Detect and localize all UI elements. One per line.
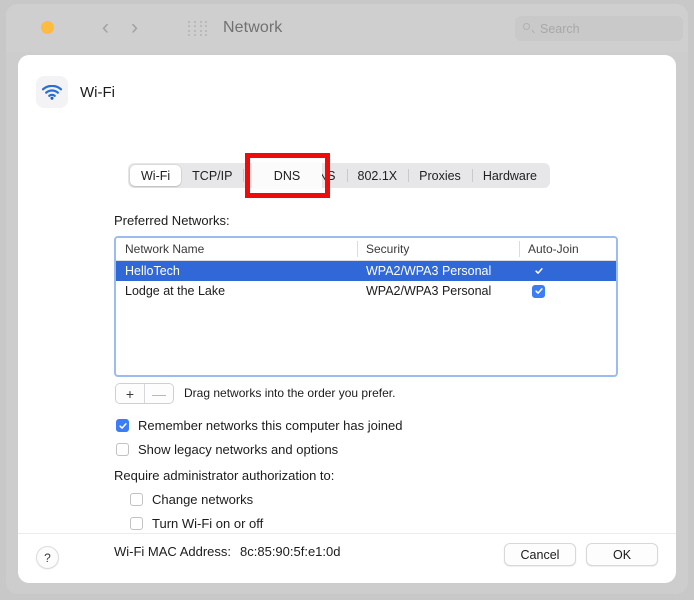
table-row[interactable]: HelloTech WPA2/WPA3 Personal [116,261,616,281]
help-button[interactable]: ? [36,546,59,569]
option-turn-wifi-on-off[interactable]: Turn Wi-Fi on or off [130,516,263,531]
tab-tcpip[interactable]: TCP/IP [181,165,243,186]
table-header-row: Network Name Security Auto-Join [116,238,616,261]
column-header-network-name[interactable]: Network Name [116,238,357,260]
cell-security: WPA2/WPA3 Personal [357,264,519,278]
zoom-button[interactable] [62,21,75,34]
wifi-icon [36,76,68,108]
tab-proxies[interactable]: Proxies [408,165,472,186]
require-admin-label: Require administrator authorization to: [114,468,334,483]
option-label: Remember networks this computer has join… [138,418,402,433]
search-placeholder: Search [540,22,580,36]
option-label: Turn Wi-Fi on or off [152,516,263,531]
network-preferences-window: ‹ › Network Search [6,4,688,594]
service-header: Wi-Fi [36,76,115,108]
remove-network-button: — [144,384,173,403]
close-button[interactable] [20,21,33,34]
option-remember-networks[interactable]: Remember networks this computer has join… [116,418,402,433]
tab-8021x[interactable]: 802.1X [347,165,409,186]
cell-network-name: Lodge at the Lake [116,284,357,298]
add-remove-network-buttons: + — [115,383,174,404]
auto-join-checkbox[interactable] [532,285,545,298]
search-field[interactable]: Search [515,16,683,41]
ok-button[interactable]: OK [586,543,658,566]
cell-network-name: HelloTech [116,264,357,278]
add-network-button[interactable]: + [116,384,144,403]
sheet-body: Wi-Fi Wi-Fi TCP/IP DNS WINS 802.1X Proxi… [18,55,676,533]
tab-hardware[interactable]: Hardware [472,165,548,186]
cancel-button[interactable]: Cancel [504,543,576,566]
settings-tab-bar: Wi-Fi TCP/IP DNS WINS 802.1X Proxies Har… [128,163,550,188]
window-titlebar: ‹ › Network Search [6,4,688,52]
navigation-arrows: ‹ › [102,15,138,41]
dns-tab-highlight-label[interactable]: DNS [252,162,322,189]
preferred-networks-label: Preferred Networks: [114,213,230,228]
minimize-button[interactable] [41,21,54,34]
change-networks-checkbox[interactable] [130,493,143,506]
remember-networks-checkbox[interactable] [116,419,129,432]
option-show-legacy-networks[interactable]: Show legacy networks and options [116,442,338,457]
wifi-settings-sheet: Wi-Fi Wi-Fi TCP/IP DNS WINS 802.1X Proxi… [18,55,676,583]
preferred-networks-table[interactable]: Network Name Security Auto-Join HelloTec… [114,236,618,377]
option-label: Change networks [152,492,253,507]
table-body: HelloTech WPA2/WPA3 Personal Lodge at th… [116,261,616,301]
cell-auto-join [519,285,616,298]
drag-hint-text: Drag networks into the order you prefer. [184,386,395,400]
option-change-networks[interactable]: Change networks [130,492,253,507]
show-legacy-checkbox[interactable] [116,443,129,456]
grid-icon[interactable] [188,21,210,37]
column-header-security[interactable]: Security [357,238,519,260]
forward-arrow-icon[interactable]: › [131,15,138,41]
cell-security: WPA2/WPA3 Personal [357,284,519,298]
service-name: Wi-Fi [80,84,115,101]
cell-auto-join [519,265,616,278]
table-row[interactable]: Lodge at the Lake WPA2/WPA3 Personal [116,281,616,301]
search-icon [523,23,535,35]
sheet-footer: ? Cancel OK [18,533,676,584]
auto-join-checkbox[interactable] [532,265,545,278]
traffic-light-group [20,21,75,34]
column-header-auto-join[interactable]: Auto-Join [519,238,616,260]
option-label: Show legacy networks and options [138,442,338,457]
tab-wifi[interactable]: Wi-Fi [130,165,181,186]
page-title: Network [223,19,282,37]
back-arrow-icon[interactable]: ‹ [102,15,109,41]
turn-wifi-checkbox[interactable] [130,517,143,530]
